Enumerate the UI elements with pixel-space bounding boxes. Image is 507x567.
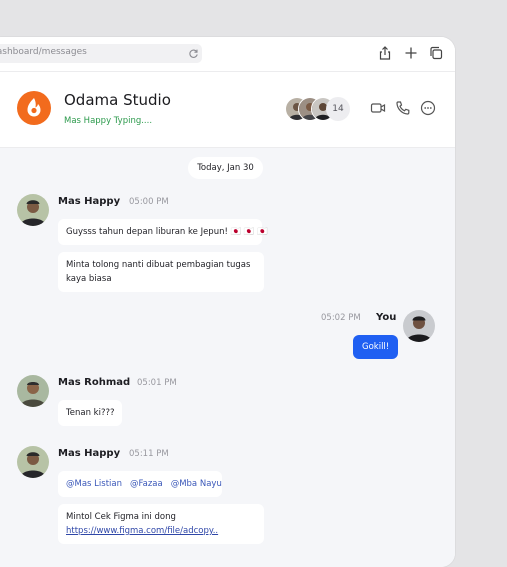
sender-name: Mas Happy — [58, 196, 121, 207]
sender-name: You — [376, 312, 397, 323]
more-options-icon[interactable] — [420, 100, 436, 116]
plus-icon[interactable] — [404, 46, 418, 60]
message-list[interactable]: Today, Jan 30 Mas Happy 05:00 PM Guysss … — [0, 148, 455, 567]
message-bubble[interactable]: Minta tolong nanti dibuat pembagian tuga… — [58, 252, 264, 292]
browser-toolbar: /dashboard/messages — [0, 37, 455, 72]
mention-link[interactable]: @Fazaa — [130, 479, 163, 489]
message-time: 05:11 PM — [129, 449, 169, 459]
video-camera-icon[interactable] — [370, 100, 386, 116]
group-logo — [17, 91, 51, 125]
group-title: Odama Studio — [64, 91, 171, 109]
address-bar[interactable]: /dashboard/messages — [0, 44, 202, 63]
message-time: 05:01 PM — [137, 378, 177, 388]
message-time: 05:02 PM — [321, 313, 361, 323]
typing-status: Mas Happy Typing.... — [64, 116, 153, 126]
message-bubble[interactable]: Guysss tahun depan liburan ke Jepun! 🇯🇵 … — [58, 219, 268, 245]
avatar[interactable] — [17, 446, 49, 478]
phone-icon[interactable] — [395, 100, 411, 116]
reload-icon[interactable] — [188, 48, 199, 59]
mention-link[interactable]: @Mba Nayu — [171, 479, 222, 489]
user-avatar-icon — [403, 310, 435, 342]
member-count: 14 — [326, 97, 350, 121]
date-separator: Today, Jan 30 — [188, 157, 263, 179]
user-avatar-icon — [17, 375, 49, 407]
message-time: 05:00 PM — [129, 197, 169, 207]
user-avatar-icon — [17, 446, 49, 478]
message-text: Mintol Cek Figma ini dong — [66, 512, 176, 522]
avatar[interactable] — [17, 194, 49, 226]
mentions-bubble[interactable]: @Mas Listian @Fazaa @Mba Nayu — [58, 471, 222, 497]
message-bubble[interactable]: Mintol Cek Figma ini dong https://www.fi… — [58, 504, 264, 544]
chat-header: Odama Studio Mas Happy Typing.... 14 — [0, 72, 455, 148]
share-icon[interactable] — [378, 46, 392, 60]
figma-link[interactable]: https://www.figma.com/file/adcopy.. — [66, 524, 256, 538]
sender-name: Mas Rohmad — [58, 377, 131, 388]
url-text: /dashboard/messages — [0, 47, 87, 57]
flame-logo-icon — [27, 98, 41, 117]
sender-name: Mas Happy — [58, 448, 121, 459]
app-window: /dashboard/messages Odama Studio Mas H — [0, 37, 455, 567]
user-avatar-icon — [17, 194, 49, 226]
copy-icon[interactable] — [429, 46, 443, 60]
mention-link[interactable]: @Mas Listian — [66, 479, 122, 489]
avatar[interactable] — [17, 375, 49, 407]
avatar[interactable] — [403, 310, 435, 342]
message-bubble[interactable]: Tenan ki??? — [58, 400, 122, 426]
message-bubble-own[interactable]: Gokill! — [353, 335, 399, 359]
